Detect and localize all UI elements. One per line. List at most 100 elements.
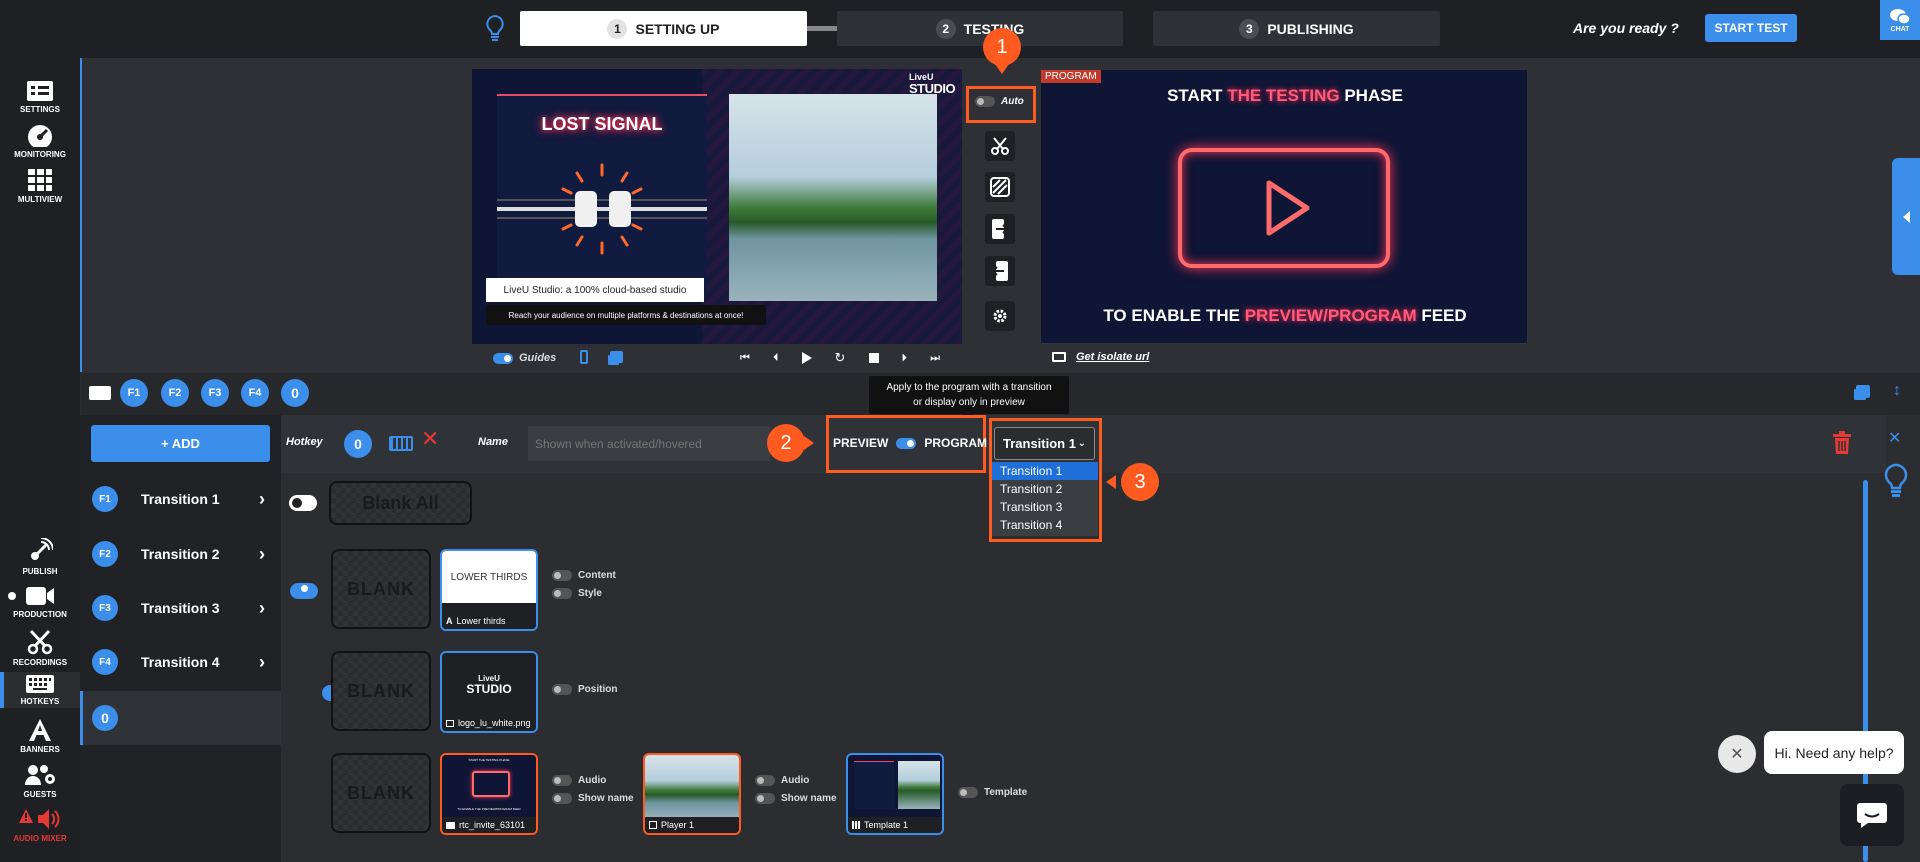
guides-toggle[interactable] xyxy=(493,352,513,364)
hotkey-f2[interactable]: F2 xyxy=(161,379,189,407)
resize-vertical-icon[interactable]: ↕ xyxy=(1893,382,1901,400)
name-label: Name xyxy=(478,436,508,448)
isolate-url-control[interactable]: Get isolate url xyxy=(1052,351,1149,363)
cut-transition-button[interactable] xyxy=(985,131,1015,161)
banners-icon xyxy=(29,719,51,741)
close-panel-icon[interactable]: ✕ xyxy=(1888,428,1901,448)
help-close-button[interactable]: ✕ xyxy=(1718,735,1756,773)
template-tile[interactable]: Template 1 xyxy=(846,753,944,835)
transition-settings-button[interactable] xyxy=(985,301,1015,331)
add-button[interactable]: + ADD xyxy=(91,425,270,462)
player-show-name-toggle[interactable] xyxy=(755,793,775,804)
transition-option-1[interactable]: Transition 1 xyxy=(992,462,1098,480)
keyboard-assign-icon[interactable] xyxy=(389,436,413,451)
preview-program-switch[interactable]: PREVIEW PROGRAM xyxy=(833,436,987,450)
template-toggle[interactable] xyxy=(958,787,978,798)
transition-item-4[interactable]: F4 Transition 4 › xyxy=(80,635,281,689)
row1-blank[interactable]: BLANK xyxy=(331,549,431,629)
slide-out-transition-button[interactable] xyxy=(985,256,1015,286)
transition-option-2[interactable]: Transition 2 xyxy=(992,480,1098,498)
chevron-right-icon: › xyxy=(259,488,265,509)
template-preview-left xyxy=(854,761,894,809)
skip-start-icon[interactable]: ⏮ xyxy=(740,352,750,365)
hotkey-f1[interactable]: F1 xyxy=(120,379,148,407)
row2-options: Position xyxy=(552,684,617,695)
right-expand-handle[interactable] xyxy=(1892,158,1920,275)
auto-toggle[interactable] xyxy=(975,96,995,107)
player-tile[interactable]: Player 1 xyxy=(643,753,741,835)
nav-recordings[interactable]: RECORDINGS xyxy=(0,629,80,667)
step-back-icon[interactable]: ⏴ xyxy=(773,352,779,365)
rtc-invite-caption: rtc_invite_63101 xyxy=(442,817,536,833)
step-publishing[interactable]: 3 PUBLISHING xyxy=(1153,11,1440,46)
get-isolate-url-link[interactable]: Get isolate url xyxy=(1076,351,1149,363)
transition-select[interactable]: Transition 1 ⌄ xyxy=(994,427,1095,460)
nav-production[interactable]: PRODUCTION xyxy=(0,585,80,619)
preview-beach-image xyxy=(729,94,937,301)
nav-banners[interactable]: BANNERS xyxy=(0,718,80,754)
chat-button[interactable]: CHAT xyxy=(1880,0,1920,40)
transition-option-3[interactable]: Transition 3 xyxy=(992,498,1098,516)
position-toggle[interactable] xyxy=(552,684,572,695)
auto-control[interactable]: Auto xyxy=(975,96,1024,107)
wipe-transition-button[interactable] xyxy=(985,172,1015,202)
blank-all-button[interactable]: Blank All xyxy=(329,481,472,525)
lightbulb-icon[interactable] xyxy=(484,14,506,47)
slide-in-transition-button[interactable] xyxy=(985,214,1015,244)
step-forward-icon[interactable]: ⏵ xyxy=(902,352,908,365)
play-icon[interactable] xyxy=(801,352,812,364)
mobile-icon[interactable] xyxy=(580,350,588,364)
nav-monitoring[interactable]: MONITORING xyxy=(0,123,80,159)
nav-audio-mixer[interactable]: AUDIO MIXER xyxy=(0,807,80,843)
clear-hotkey-icon[interactable]: ✕ xyxy=(421,428,439,450)
transition-select-value: Transition 1 xyxy=(1003,436,1076,451)
delete-icon[interactable] xyxy=(1832,431,1852,455)
preview-monitor[interactable]: LOST SIGNAL LiveU STUDIO LiveU Studio: a… xyxy=(472,69,962,344)
tips-lightbulb-icon[interactable] xyxy=(1883,463,1909,504)
logo-tile[interactable]: LiveU STUDIO logo_lu_white.png xyxy=(440,651,538,733)
preview-label: PREVIEW xyxy=(833,436,889,450)
transition-item-0-selected[interactable]: 0 xyxy=(80,691,281,745)
transition-option-4[interactable]: Transition 4 xyxy=(992,516,1098,534)
layers-icon[interactable] xyxy=(610,351,623,363)
hotkey-f4[interactable]: F4 xyxy=(241,379,269,407)
replay-icon[interactable]: ↻ xyxy=(835,350,846,366)
rtc-show-name-toggle[interactable] xyxy=(552,793,572,804)
rtc-audio-toggle[interactable] xyxy=(552,775,572,786)
nav-publish[interactable]: PUBLISH xyxy=(0,538,80,576)
rtc-invite-tile[interactable]: START THE TESTING PHASE TO ENABLE THE PR… xyxy=(440,753,538,835)
chat-icon xyxy=(1890,8,1911,25)
hotkey-value[interactable]: 0 xyxy=(344,430,372,458)
hotkey-0[interactable]: 0 xyxy=(281,379,309,407)
start-test-button[interactable]: START TEST xyxy=(1705,14,1797,42)
preview-program-toggle[interactable] xyxy=(896,437,917,449)
blank-all-toggle[interactable] xyxy=(289,495,317,511)
transition-item-1[interactable]: F1 Transition 1 › xyxy=(80,472,281,526)
row2-blank[interactable]: BLANK xyxy=(331,651,431,731)
lower-thirds-tile[interactable]: LOWER THIRDS A Lower thirds xyxy=(440,549,538,631)
player-audio-toggle[interactable] xyxy=(755,775,775,786)
step-testing[interactable]: 2 TESTING xyxy=(837,11,1123,46)
style-toggle[interactable] xyxy=(552,588,572,599)
help-chat-button[interactable] xyxy=(1840,784,1904,846)
guides-label: Guides xyxy=(519,352,557,364)
hotkey-f3[interactable]: F3 xyxy=(201,379,229,407)
rtc-invite-preview: START THE TESTING PHASE TO ENABLE THE PR… xyxy=(442,755,536,819)
duplicate-icon[interactable] xyxy=(1856,385,1870,398)
transition-item-3[interactable]: F3 Transition 3 › xyxy=(80,581,281,635)
nav-multiview[interactable]: MULTIVIEW xyxy=(0,168,80,204)
help-bubble[interactable]: Hi. Need any help? xyxy=(1764,731,1904,774)
skip-end-icon[interactable]: ⏭ xyxy=(930,352,940,365)
transition-item-2[interactable]: F2 Transition 2 › xyxy=(80,527,281,581)
row1-toggle[interactable] xyxy=(290,582,318,599)
step-setting-up[interactable]: 1 SETTING UP xyxy=(520,11,807,46)
name-input[interactable] xyxy=(528,426,770,461)
nav-settings[interactable]: SETTINGS xyxy=(0,80,80,114)
row3-blank[interactable]: BLANK xyxy=(331,753,431,833)
guides-control[interactable]: Guides xyxy=(493,352,556,364)
nav-hotkeys[interactable]: HOTKEYS xyxy=(0,674,80,706)
content-toggle[interactable] xyxy=(552,570,572,581)
stop-icon[interactable] xyxy=(868,353,879,363)
banners-icon: A xyxy=(446,616,453,626)
nav-guests[interactable]: GUESTS xyxy=(0,763,80,799)
